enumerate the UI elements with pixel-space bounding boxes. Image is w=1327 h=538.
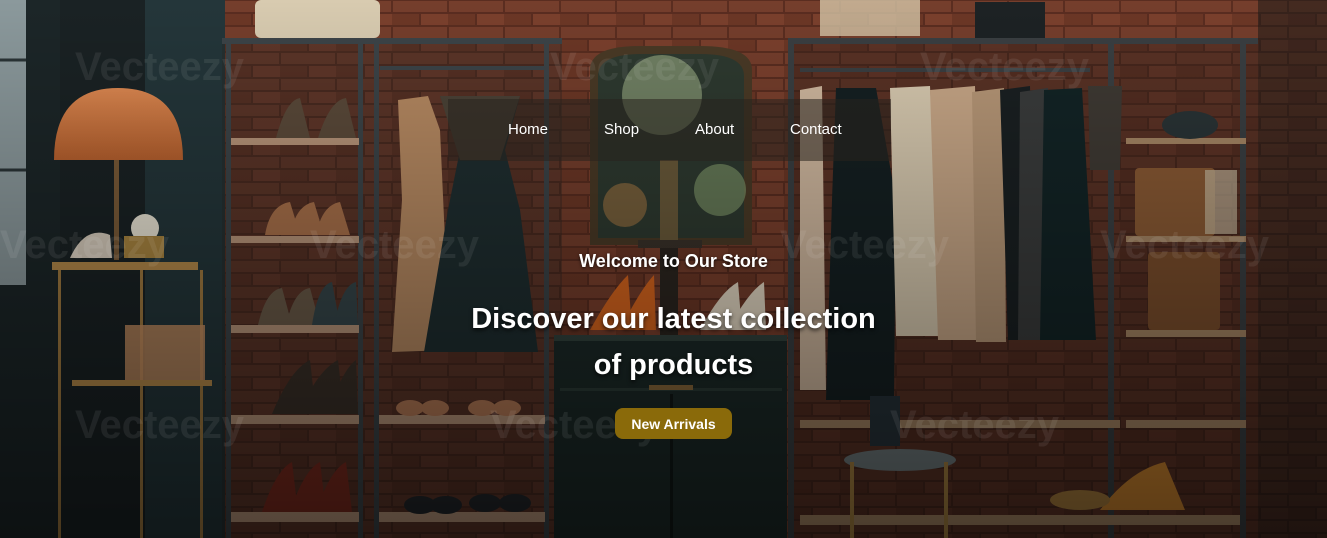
- hero-headline: Discover our latest collection of produc…: [0, 296, 1327, 388]
- svg-text:Vecteezy: Vecteezy: [75, 45, 245, 89]
- nav-link-home[interactable]: Home: [508, 99, 548, 161]
- svg-text:Vecteezy: Vecteezy: [550, 45, 720, 89]
- hero-headline-line-2: of products: [593, 349, 754, 381]
- welcome-heading: Welcome to Our Store: [579, 251, 768, 271]
- svg-text:Vecteezy: Vecteezy: [75, 403, 245, 447]
- new-arrivals-button[interactable]: New Arrivals: [615, 408, 732, 439]
- nav-link-contact[interactable]: Contact: [790, 99, 842, 161]
- nav-link-about[interactable]: About: [695, 99, 734, 161]
- main-navigation: Home Shop About Contact: [448, 99, 891, 161]
- nav-link-shop[interactable]: Shop: [604, 99, 639, 161]
- svg-text:Vecteezy: Vecteezy: [890, 403, 1060, 447]
- hero-headline-line-1: Discover our latest collection: [471, 303, 876, 335]
- svg-text:Vecteezy: Vecteezy: [920, 45, 1090, 89]
- hero-section: Vecteezy Vecteezy Vecteezy Vecteezy Vect…: [0, 0, 1327, 538]
